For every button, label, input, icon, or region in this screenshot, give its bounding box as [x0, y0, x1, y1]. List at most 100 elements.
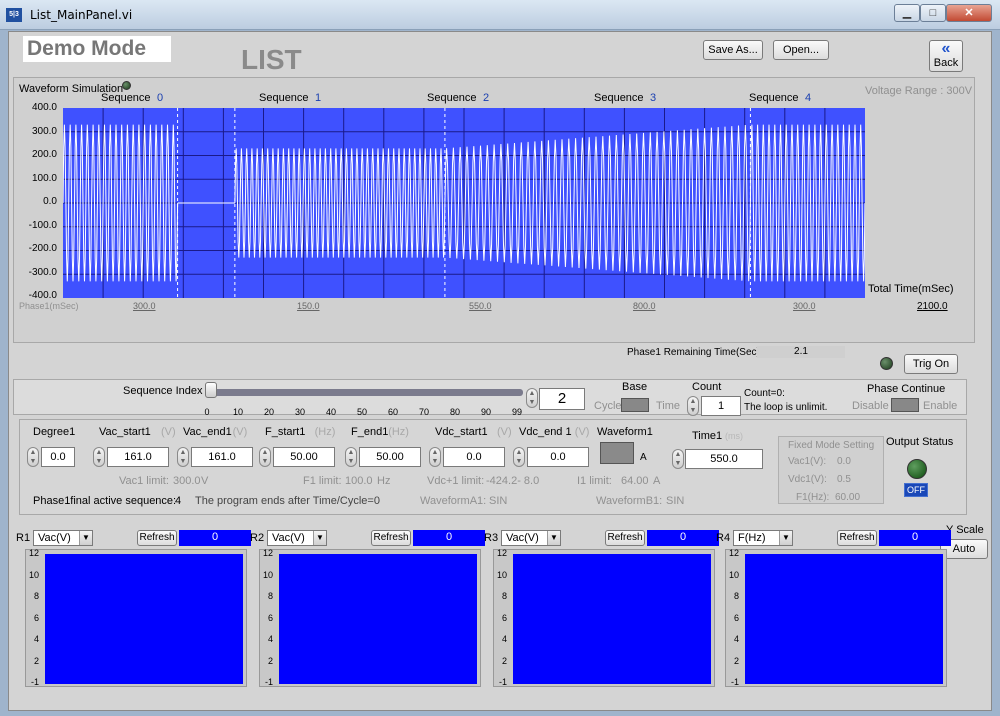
count-note-2: The loop is unlimit.	[744, 402, 828, 413]
slider-tick-label: 60	[387, 407, 398, 417]
window-titlebar[interactable]: 5|3 List_MainPanel.vi ▁ □ ✕	[0, 0, 1000, 30]
field-spinner[interactable]: ▲ ▼	[259, 447, 271, 467]
phase-label: Phase1(mSec)	[19, 301, 79, 311]
slider-tick-label: 70	[418, 407, 429, 417]
reading-id: R4	[716, 532, 731, 544]
time1-spinner[interactable]: ▲ ▼	[672, 449, 684, 469]
vac1-limit-label: Vac1 limit:	[119, 475, 169, 487]
fixed-vdc-value: 0.5	[837, 474, 851, 485]
waveform1-value: A	[640, 452, 647, 463]
field-input[interactable]: 0.0	[527, 447, 589, 467]
count-label: Count	[692, 381, 722, 393]
base-toggle[interactable]	[621, 398, 649, 412]
output-status-state[interactable]: OFF	[904, 483, 928, 497]
phase-value: 300.0	[793, 301, 816, 311]
sequence-number: 0	[157, 92, 164, 104]
time1-input[interactable]: 550.0	[685, 449, 763, 469]
phase-continue-toggle[interactable]	[891, 398, 919, 412]
final-sequence-label: Phase1final active sequence:	[33, 495, 177, 507]
waveform1-toggle[interactable]	[600, 442, 634, 464]
fixed-vdc-label: Vdc1(V):	[788, 474, 827, 485]
waveform-plot	[63, 108, 865, 298]
sequence-number: 4	[805, 92, 812, 104]
dropdown-arrow-icon[interactable]: ▼	[79, 531, 92, 545]
refresh-button[interactable]: Refresh	[837, 530, 877, 546]
field-unit: (V)	[232, 426, 248, 438]
field-unit: (Hz)	[388, 426, 409, 438]
main-panel: Demo Mode LIST Save As... Open... « Back…	[8, 31, 992, 711]
phase-enable-label: Enable	[923, 400, 958, 412]
field-unit: (Hz)	[314, 426, 336, 438]
field-spinner[interactable]: ▲ ▼	[177, 447, 189, 467]
y-tick-label: 400.0	[31, 102, 57, 113]
field-label: F_end1	[351, 426, 389, 438]
field-input[interactable]: 50.00	[273, 447, 335, 467]
sequence-slider-track[interactable]	[205, 389, 523, 396]
graph-tick-label: 8	[33, 591, 39, 601]
save-as-button[interactable]: Save As...	[703, 40, 763, 60]
maximize-button[interactable]: □	[920, 4, 946, 22]
fixed-f-value: 60.00	[835, 492, 861, 503]
phase-value: 550.0	[469, 301, 492, 311]
field-unit: (V)	[161, 426, 176, 438]
field-spinner[interactable]: ▲ ▼	[27, 447, 39, 467]
dropdown-arrow-icon[interactable]: ▼	[779, 531, 792, 545]
app-icon: 5|3	[6, 8, 22, 22]
graph-tick-label: 12	[496, 548, 507, 558]
phase-continue-label: Phase Continue	[867, 383, 946, 395]
field-spinner[interactable]: ▲ ▼	[345, 447, 357, 467]
back-button[interactable]: « Back	[929, 40, 963, 72]
minimize-button[interactable]: ▁	[894, 4, 920, 22]
dropdown-arrow-icon[interactable]: ▼	[313, 531, 326, 545]
refresh-button[interactable]: Refresh	[137, 530, 177, 546]
field-label: Degree1	[33, 426, 76, 438]
field-input[interactable]: 50.00	[359, 447, 421, 467]
sequence-spinner[interactable]: ▲ ▼	[526, 388, 538, 408]
field-input[interactable]: 161.0	[191, 447, 253, 467]
open-button[interactable]: Open...	[773, 40, 829, 60]
sequence-index-input[interactable]: 2	[539, 388, 585, 410]
count-input[interactable]: 1	[701, 396, 741, 416]
final-sequence-value: 4	[175, 495, 182, 507]
graph-tick-label: 10	[28, 569, 39, 580]
graph-tick-label: 6	[733, 612, 739, 623]
count-spinner[interactable]: ▲ ▼	[687, 396, 699, 416]
sequence-number: 2	[483, 92, 490, 104]
sequence-label: Sequence	[427, 92, 477, 104]
base-time-label: Time	[656, 400, 681, 412]
field-input[interactable]: 0.0	[41, 447, 75, 467]
trig-on-button[interactable]: Trig On	[904, 354, 958, 374]
slider-tick-label: 20	[263, 407, 274, 417]
field-input[interactable]: 161.0	[107, 447, 169, 467]
sequence-label: Sequence	[749, 92, 799, 104]
fixed-f-label: F1(Hz):	[796, 492, 830, 503]
close-button[interactable]: ✕	[946, 4, 992, 22]
page-title: LIST	[241, 44, 302, 75]
graph-tick-label: 12	[262, 548, 273, 558]
refresh-button[interactable]: Refresh	[605, 530, 645, 546]
time1-label: Time1	[692, 430, 723, 442]
field-spinner[interactable]: ▲ ▼	[93, 447, 105, 467]
field-label: Vdc_start1	[435, 426, 488, 438]
i1-limit-label: I1 limit:	[577, 475, 612, 487]
base-cycle-label: Cycle	[594, 400, 622, 412]
field-label: Vdc_end 1	[519, 426, 572, 438]
vac1-limit-value: 300.0	[173, 475, 201, 487]
y-tick-label: 100.0	[31, 172, 57, 184]
field-label: Vac_end1	[183, 426, 232, 438]
phase-value: 150.0	[297, 301, 320, 311]
sequence-slider-thumb[interactable]	[205, 382, 218, 398]
field-input[interactable]: 0.0	[443, 447, 505, 467]
field-spinner[interactable]: ▲ ▼	[429, 447, 441, 467]
graph-tick-label: -1	[30, 677, 39, 687]
graph-tick-label: 12	[728, 548, 739, 558]
field-spinner[interactable]: ▲ ▼	[513, 447, 525, 467]
dropdown-arrow-icon[interactable]: ▼	[547, 531, 560, 545]
graph-tick-label: -1	[264, 677, 273, 687]
graph-tick-label: 4	[501, 634, 507, 644]
refresh-button[interactable]: Refresh	[371, 530, 411, 546]
remaining-label: Phase1 Remaining Time(Sec)	[627, 347, 760, 358]
reading-value: 0	[179, 530, 251, 546]
slider-tick-label: 50	[356, 407, 367, 417]
field-unit: (V)	[574, 426, 590, 438]
